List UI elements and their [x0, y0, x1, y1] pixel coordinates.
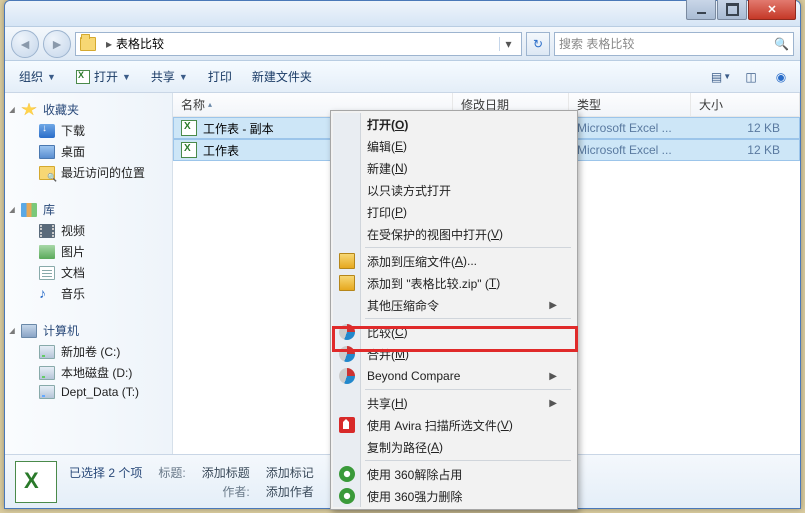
sidebar-item-pictures[interactable]: 图片 [7, 241, 170, 262]
sidebar-item-videos[interactable]: 视频 [7, 220, 170, 241]
menu-edit[interactable]: 编辑(E) [333, 135, 575, 157]
sidebar-favorites-head[interactable]: 收藏夹 [7, 99, 170, 120]
status-selected: 已选择 2 个项 [69, 464, 142, 481]
sidebar: 收藏夹 下载 桌面 最近访问的位置 库 视频 图片 文档 ♪音乐 计算机 新加卷… [5, 93, 173, 454]
status-author-label: 作者: [202, 483, 250, 500]
status-author-value[interactable]: 添加作者 [266, 483, 314, 500]
menu-merge[interactable]: 合并(M) [333, 343, 575, 365]
file-name: 工作表 - 副本 [203, 120, 274, 137]
help-button[interactable]: ◉ [768, 66, 794, 88]
menu-copy-path[interactable]: 复制为路径(A) [333, 436, 575, 458]
star-icon [21, 103, 37, 117]
preview-pane-button[interactable]: ◫ [738, 66, 764, 88]
organize-button[interactable]: 组织▼ [11, 65, 64, 88]
download-icon [39, 124, 55, 138]
360-icon [339, 488, 355, 504]
recent-icon [39, 166, 55, 180]
desktop-icon [39, 145, 55, 159]
excel-file-icon [181, 142, 197, 158]
sidebar-item-documents[interactable]: 文档 [7, 262, 170, 283]
excel-icon [76, 70, 90, 84]
computer-icon [21, 324, 37, 338]
menu-share[interactable]: 共享(H)▶ [333, 392, 575, 414]
chevron-right-icon: ▶ [549, 300, 557, 311]
window-close-button[interactable] [748, 0, 796, 20]
titlebar [5, 1, 800, 27]
window-maximize-button[interactable] [717, 0, 747, 20]
column-type[interactable]: 类型 [569, 93, 691, 116]
sidebar-item-recent[interactable]: 最近访问的位置 [7, 162, 170, 183]
chevron-right-icon: ▶ [549, 398, 557, 409]
music-icon: ♪ [39, 287, 55, 301]
column-size[interactable]: 大小 [691, 93, 800, 116]
beyond-compare-icon [339, 324, 355, 340]
folder-icon [80, 37, 96, 51]
breadcrumb-separator: ▸ [106, 37, 112, 51]
refresh-button[interactable]: ↻ [526, 32, 550, 56]
file-name: 工作表 [203, 142, 239, 159]
sidebar-item-downloads[interactable]: 下载 [7, 120, 170, 141]
sidebar-item-drive-c[interactable]: 新加卷 (C:) [7, 341, 170, 362]
chevron-right-icon: ▶ [549, 371, 557, 382]
nav-back-button[interactable]: ◄ [11, 30, 39, 58]
sidebar-item-drive-t[interactable]: Dept_Data (T:) [7, 383, 170, 401]
menu-add-zip[interactable]: 添加到 "表格比较.zip" (T) [333, 272, 575, 294]
excel-file-icon [181, 120, 197, 136]
menu-avira[interactable]: 使用 Avira 扫描所选文件(V) [333, 414, 575, 436]
search-placeholder: 搜索 表格比较 [559, 35, 634, 52]
menu-add-archive[interactable]: 添加到压缩文件(A)... [333, 250, 575, 272]
menu-print[interactable]: 打印(P) [333, 201, 575, 223]
drive-icon [39, 366, 55, 380]
status-tags-value[interactable]: 添加标记 [266, 464, 314, 481]
status-title-value[interactable]: 添加标题 [202, 464, 250, 481]
beyond-compare-icon [339, 346, 355, 362]
drive-icon [39, 345, 55, 359]
file-type: Microsoft Excel ... [577, 121, 672, 135]
menu-360-delete[interactable]: 使用 360强力删除 [333, 485, 575, 507]
zip-icon [339, 275, 355, 291]
new-folder-button[interactable]: 新建文件夹 [244, 65, 320, 88]
status-title-label: 标题: [158, 464, 185, 481]
documents-icon [39, 266, 55, 280]
sidebar-item-desktop[interactable]: 桌面 [7, 141, 170, 162]
menu-readonly[interactable]: 以只读方式打开 [333, 179, 575, 201]
open-button[interactable]: 打开▼ [68, 65, 139, 88]
search-input[interactable]: 搜索 表格比较 🔍 [554, 32, 794, 56]
menu-360-unlock[interactable]: 使用 360解除占用 [333, 463, 575, 485]
menu-new[interactable]: 新建(N) [333, 157, 575, 179]
libraries-icon [21, 203, 37, 217]
menu-protected[interactable]: 在受保护的视图中打开(V) [333, 223, 575, 245]
zip-icon [339, 253, 355, 269]
sidebar-item-music[interactable]: ♪音乐 [7, 283, 170, 304]
360-icon [339, 466, 355, 482]
sidebar-item-drive-d[interactable]: 本地磁盘 (D:) [7, 362, 170, 383]
address-bar[interactable]: ▸ 表格比较 ▾ [75, 32, 522, 56]
nav-bar: ◄ ► ▸ 表格比较 ▾ ↻ 搜索 表格比较 🔍 [5, 27, 800, 61]
print-button[interactable]: 打印 [200, 65, 240, 88]
avira-icon [339, 417, 355, 433]
nav-forward-button[interactable]: ► [43, 30, 71, 58]
file-type: Microsoft Excel ... [577, 143, 672, 157]
sidebar-libraries-head[interactable]: 库 [7, 199, 170, 220]
window-minimize-button[interactable] [686, 0, 716, 20]
beyond-compare-icon [339, 368, 355, 384]
pictures-icon [39, 245, 55, 259]
context-menu: 打开(O) 编辑(E) 新建(N) 以只读方式打开 打印(P) 在受保护的视图中… [330, 110, 578, 510]
file-size: 12 KB [747, 143, 780, 157]
search-icon: 🔍 [774, 37, 789, 51]
menu-open[interactable]: 打开(O) [333, 113, 575, 135]
excel-file-icon [15, 461, 57, 503]
view-mode-button[interactable]: ▤▼ [708, 66, 734, 88]
menu-beyond-compare[interactable]: Beyond Compare▶ [333, 365, 575, 387]
breadcrumb-segment[interactable]: 表格比较 [116, 35, 164, 52]
menu-other-compress[interactable]: 其他压缩命令▶ [333, 294, 575, 316]
network-drive-icon [39, 385, 55, 399]
toolbar: 组织▼ 打开▼ 共享▼ 打印 新建文件夹 ▤▼ ◫ ◉ [5, 61, 800, 93]
address-dropdown[interactable]: ▾ [499, 37, 517, 51]
menu-compare[interactable]: 比较(C) [333, 321, 575, 343]
file-size: 12 KB [747, 121, 780, 135]
share-button[interactable]: 共享▼ [143, 65, 196, 88]
sidebar-computer-head[interactable]: 计算机 [7, 320, 170, 341]
video-icon [39, 224, 55, 238]
